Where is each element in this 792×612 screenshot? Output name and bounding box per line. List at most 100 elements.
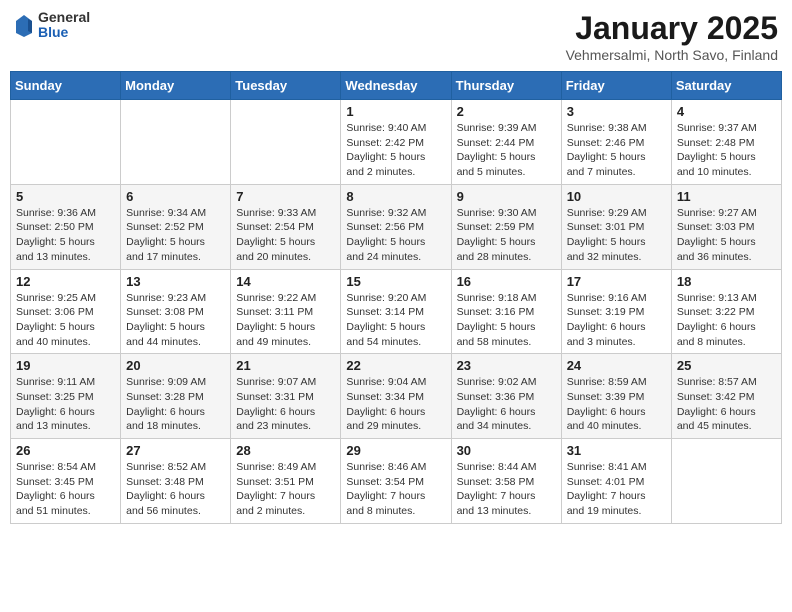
weekday-header-saturday: Saturday (671, 72, 781, 100)
day-info: Sunrise: 9:23 AM Sunset: 3:08 PM Dayligh… (126, 291, 225, 350)
day-info: Sunrise: 9:07 AM Sunset: 3:31 PM Dayligh… (236, 375, 335, 434)
day-number: 4 (677, 104, 776, 119)
day-info: Sunrise: 9:13 AM Sunset: 3:22 PM Dayligh… (677, 291, 776, 350)
day-number: 6 (126, 189, 225, 204)
logo: General Blue (14, 10, 90, 41)
calendar-day-cell: 18 Sunrise: 9:13 AM Sunset: 3:22 PM Dayli… (671, 269, 781, 354)
day-number: 26 (16, 443, 115, 458)
day-number: 23 (457, 358, 556, 373)
day-number: 16 (457, 274, 556, 289)
calendar-day-cell: 24 Sunrise: 8:59 AM Sunset: 3:39 PM Dayli… (561, 354, 671, 439)
day-info: Sunrise: 9:09 AM Sunset: 3:28 PM Dayligh… (126, 375, 225, 434)
calendar-day-cell: 6 Sunrise: 9:34 AM Sunset: 2:52 PM Daylig… (121, 184, 231, 269)
day-info: Sunrise: 8:59 AM Sunset: 3:39 PM Dayligh… (567, 375, 666, 434)
calendar-day-cell: 17Sunrise: 9:16 AM Sunset: 3:19 PM Dayli… (561, 269, 671, 354)
calendar-week-2: 5 Sunrise: 9:36 AM Sunset: 2:50 PM Daylig… (11, 184, 782, 269)
day-number: 18 (677, 274, 776, 289)
day-info: Sunrise: 8:44 AM Sunset: 3:58 PM Dayligh… (457, 460, 556, 519)
weekday-header-thursday: Thursday (451, 72, 561, 100)
day-info: Sunrise: 9:36 AM Sunset: 2:50 PM Dayligh… (16, 206, 115, 265)
calendar-day-cell: 14 Sunrise: 9:22 AM Sunset: 3:11 PM Dayli… (231, 269, 341, 354)
calendar-table: SundayMondayTuesdayWednesdayThursdayFrid… (10, 71, 782, 524)
logo-blue-text: Blue (38, 25, 90, 40)
day-info: Sunrise: 9:22 AM Sunset: 3:11 PM Dayligh… (236, 291, 335, 350)
calendar-day-cell: 29 Sunrise: 8:46 AM Sunset: 3:54 PM Dayli… (341, 439, 451, 524)
calendar-day-cell: 12 Sunrise: 9:25 AM Sunset: 3:06 PM Dayli… (11, 269, 121, 354)
calendar-day-cell: 21 Sunrise: 9:07 AM Sunset: 3:31 PM Dayli… (231, 354, 341, 439)
calendar-day-cell: 13Sunrise: 9:23 AM Sunset: 3:08 PM Dayli… (121, 269, 231, 354)
day-info: Sunrise: 9:32 AM Sunset: 2:56 PM Dayligh… (346, 206, 445, 265)
calendar-day-cell (11, 100, 121, 185)
calendar-week-4: 19Sunrise: 9:11 AM Sunset: 3:25 PM Dayli… (11, 354, 782, 439)
calendar-day-cell: 7 Sunrise: 9:33 AM Sunset: 2:54 PM Daylig… (231, 184, 341, 269)
day-number: 14 (236, 274, 335, 289)
day-info: Sunrise: 9:37 AM Sunset: 2:48 PM Dayligh… (677, 121, 776, 180)
calendar-day-cell: 19Sunrise: 9:11 AM Sunset: 3:25 PM Dayli… (11, 354, 121, 439)
day-info: Sunrise: 9:33 AM Sunset: 2:54 PM Dayligh… (236, 206, 335, 265)
weekday-header-tuesday: Tuesday (231, 72, 341, 100)
calendar-day-cell (671, 439, 781, 524)
calendar-day-cell: 28 Sunrise: 8:49 AM Sunset: 3:51 PM Dayli… (231, 439, 341, 524)
day-info: Sunrise: 8:49 AM Sunset: 3:51 PM Dayligh… (236, 460, 335, 519)
day-info: Sunrise: 9:39 AM Sunset: 2:44 PM Dayligh… (457, 121, 556, 180)
day-number: 9 (457, 189, 556, 204)
day-info: Sunrise: 9:27 AM Sunset: 3:03 PM Dayligh… (677, 206, 776, 265)
weekday-header-sunday: Sunday (11, 72, 121, 100)
calendar-week-1: 1 Sunrise: 9:40 AM Sunset: 2:42 PM Daylig… (11, 100, 782, 185)
day-number: 28 (236, 443, 335, 458)
day-info: Sunrise: 9:25 AM Sunset: 3:06 PM Dayligh… (16, 291, 115, 350)
calendar-day-cell: 5 Sunrise: 9:36 AM Sunset: 2:50 PM Daylig… (11, 184, 121, 269)
day-number: 21 (236, 358, 335, 373)
day-number: 7 (236, 189, 335, 204)
day-info: Sunrise: 8:46 AM Sunset: 3:54 PM Dayligh… (346, 460, 445, 519)
weekday-header-row: SundayMondayTuesdayWednesdayThursdayFrid… (11, 72, 782, 100)
day-number: 2 (457, 104, 556, 119)
day-number: 1 (346, 104, 445, 119)
day-number: 25 (677, 358, 776, 373)
day-info: Sunrise: 9:30 AM Sunset: 2:59 PM Dayligh… (457, 206, 556, 265)
title-block: January 2025 Vehmersalmi, North Savo, Fi… (566, 10, 778, 63)
day-number: 30 (457, 443, 556, 458)
calendar-day-cell: 25Sunrise: 8:57 AM Sunset: 3:42 PM Dayli… (671, 354, 781, 439)
calendar-day-cell: 10Sunrise: 9:29 AM Sunset: 3:01 PM Dayli… (561, 184, 671, 269)
day-number: 31 (567, 443, 666, 458)
logo-text: General Blue (38, 10, 90, 41)
day-info: Sunrise: 8:52 AM Sunset: 3:48 PM Dayligh… (126, 460, 225, 519)
day-number: 19 (16, 358, 115, 373)
calendar-day-cell: 26 Sunrise: 8:54 AM Sunset: 3:45 PM Dayli… (11, 439, 121, 524)
day-number: 24 (567, 358, 666, 373)
logo-icon (14, 13, 34, 37)
day-info: Sunrise: 9:34 AM Sunset: 2:52 PM Dayligh… (126, 206, 225, 265)
calendar-day-cell: 30 Sunrise: 8:44 AM Sunset: 3:58 PM Dayli… (451, 439, 561, 524)
day-info: Sunrise: 9:02 AM Sunset: 3:36 PM Dayligh… (457, 375, 556, 434)
calendar-day-cell: 15Sunrise: 9:20 AM Sunset: 3:14 PM Dayli… (341, 269, 451, 354)
calendar-day-cell (121, 100, 231, 185)
day-info: Sunrise: 9:38 AM Sunset: 2:46 PM Dayligh… (567, 121, 666, 180)
day-info: Sunrise: 9:40 AM Sunset: 2:42 PM Dayligh… (346, 121, 445, 180)
weekday-header-monday: Monday (121, 72, 231, 100)
calendar-day-cell: 1 Sunrise: 9:40 AM Sunset: 2:42 PM Daylig… (341, 100, 451, 185)
calendar-day-cell: 9 Sunrise: 9:30 AM Sunset: 2:59 PM Daylig… (451, 184, 561, 269)
day-info: Sunrise: 8:54 AM Sunset: 3:45 PM Dayligh… (16, 460, 115, 519)
day-number: 27 (126, 443, 225, 458)
day-number: 17 (567, 274, 666, 289)
day-info: Sunrise: 9:20 AM Sunset: 3:14 PM Dayligh… (346, 291, 445, 350)
logo-general-text: General (38, 10, 90, 25)
calendar-day-cell: 31Sunrise: 8:41 AM Sunset: 4:01 PM Dayli… (561, 439, 671, 524)
day-number: 5 (16, 189, 115, 204)
calendar-day-cell: 27 Sunrise: 8:52 AM Sunset: 3:48 PM Dayli… (121, 439, 231, 524)
calendar-day-cell (231, 100, 341, 185)
page-header: General Blue January 2025 Vehmersalmi, N… (10, 10, 782, 63)
day-number: 3 (567, 104, 666, 119)
day-number: 20 (126, 358, 225, 373)
day-number: 11 (677, 189, 776, 204)
day-number: 29 (346, 443, 445, 458)
calendar-title: January 2025 (566, 10, 778, 47)
day-number: 8 (346, 189, 445, 204)
calendar-day-cell: 4 Sunrise: 9:37 AM Sunset: 2:48 PM Daylig… (671, 100, 781, 185)
day-info: Sunrise: 9:18 AM Sunset: 3:16 PM Dayligh… (457, 291, 556, 350)
calendar-day-cell: 8 Sunrise: 9:32 AM Sunset: 2:56 PM Daylig… (341, 184, 451, 269)
calendar-day-cell: 16 Sunrise: 9:18 AM Sunset: 3:16 PM Dayli… (451, 269, 561, 354)
calendar-day-cell: 3 Sunrise: 9:38 AM Sunset: 2:46 PM Daylig… (561, 100, 671, 185)
day-number: 12 (16, 274, 115, 289)
